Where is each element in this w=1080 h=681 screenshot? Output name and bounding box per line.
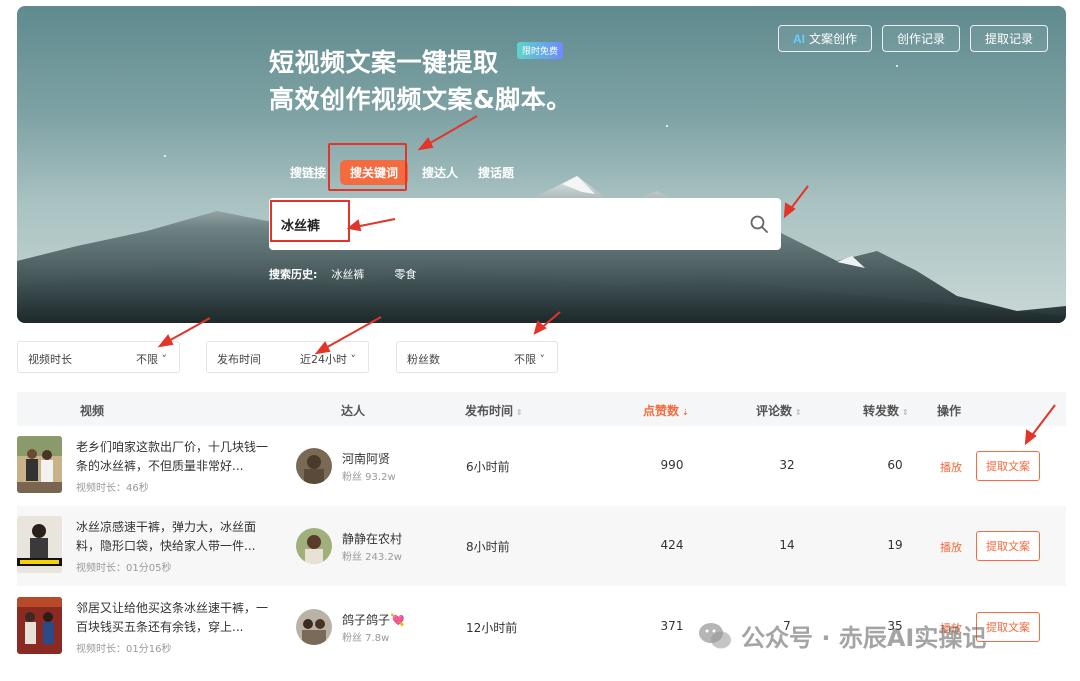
- tab-search-topic[interactable]: 搜话题: [468, 160, 524, 185]
- top-button-group: AI 文案创作 创作记录 提取记录: [777, 25, 1048, 52]
- column-published-label: 发布时间: [465, 404, 514, 418]
- tab-search-creator[interactable]: 搜达人: [412, 160, 468, 185]
- filter-publish-time[interactable]: 发布时间 近24小时 ˅: [206, 341, 369, 373]
- filter-label: 发布时间: [217, 353, 261, 366]
- table-row: 冰丝凉感速干裤，弹力大，冰丝面料，隐形口袋，快给家人带一件... 视频时长：01…: [17, 506, 1066, 586]
- column-shares-label: 转发数: [863, 404, 900, 418]
- publish-time: 8小时前: [466, 540, 510, 554]
- page: AI 文案创作 创作记录 提取记录 短视频文案一键提取 高效创作视频文案&脚本。…: [0, 0, 1080, 681]
- likes-count: 990: [660, 458, 684, 472]
- creator-fans: 粉丝 7.8w: [342, 633, 390, 644]
- avatar[interactable]: [296, 448, 332, 484]
- search-history-label: 搜索历史:: [269, 268, 318, 281]
- comments-count: 32: [779, 458, 795, 472]
- table-header: 视频 达人 发布时间 ⇕ 点赞数 ⇣ 评论数 ⇕ 转发数 ⇕ 操作: [17, 392, 1066, 426]
- free-badge: 限时免费: [517, 42, 564, 59]
- creator-fans: 粉丝 93.2w: [342, 472, 396, 483]
- filter-value: 不限 ˅: [514, 353, 545, 366]
- creator-name[interactable]: 鸽子鸽子💘: [342, 611, 405, 628]
- avatar[interactable]: [296, 528, 332, 564]
- table-row: 老乡们咱家这款出厂价，十几块钱一条的冰丝裤，不但质量非常好... 视频时长：46…: [17, 426, 1066, 506]
- column-video: 视频: [80, 404, 105, 418]
- headline-line-2: 高效创作视频文案&脚本。: [269, 85, 572, 114]
- ai-copywriting-button[interactable]: AI 文案创作: [777, 25, 872, 52]
- column-shares[interactable]: 转发数 ⇕: [863, 402, 909, 419]
- likes-count: 371: [660, 619, 684, 633]
- ai-icon: AI: [792, 31, 805, 46]
- shares-count: 60: [887, 458, 903, 472]
- video-duration: 视频时长：01分16秒: [76, 644, 172, 655]
- column-comments-label: 评论数: [756, 404, 793, 418]
- video-thumbnail[interactable]: [17, 597, 62, 654]
- column-comments[interactable]: 评论数 ⇕: [756, 402, 802, 419]
- video-title[interactable]: 冰丝凉感速干裤，弹力大，冰丝面料，隐形口袋，快给家人带一件...: [76, 518, 276, 556]
- filter-label: 视频时长: [28, 353, 72, 366]
- column-published[interactable]: 发布时间 ⇕: [465, 402, 523, 419]
- likes-count: 424: [660, 538, 684, 552]
- history-item[interactable]: 冰丝裤: [331, 266, 364, 282]
- sort-icon: ⇕: [516, 408, 523, 417]
- filter-fans-count[interactable]: 粉丝数 不限 ˅: [396, 341, 558, 373]
- video-thumbnail[interactable]: [17, 516, 62, 573]
- filter-value: 不限 ˅: [136, 353, 167, 366]
- wechat-icon: [699, 622, 731, 648]
- watermark: 公众号 · 赤辰AI实操记: [697, 618, 986, 653]
- watermark-text: 公众号 · 赤辰AI实操记: [741, 624, 987, 652]
- video-title[interactable]: 老乡们咱家这款出厂价，十几块钱一条的冰丝裤，不但质量非常好...: [76, 438, 276, 476]
- extract-history-button[interactable]: 提取记录: [969, 25, 1048, 52]
- extract-copy-button[interactable]: 提取文案: [976, 531, 1040, 561]
- column-likes-label: 点赞数: [643, 404, 680, 418]
- video-thumbnail[interactable]: [17, 436, 62, 493]
- avatar[interactable]: [296, 609, 332, 645]
- publish-time: 12小时前: [466, 621, 518, 635]
- video-title[interactable]: 邻居又让给他买这条冰丝速干裤，一百块钱买五条还有余钱，穿上...: [76, 599, 276, 637]
- publish-time: 6小时前: [466, 460, 510, 474]
- creator-fans: 粉丝 243.2w: [342, 552, 402, 563]
- column-likes[interactable]: 点赞数 ⇣: [643, 402, 689, 419]
- shares-count: 19: [887, 538, 903, 552]
- play-link[interactable]: 播放: [940, 459, 962, 475]
- annotation-box-tab: [328, 143, 407, 191]
- annotation-box-search: [270, 200, 350, 242]
- filter-value: 近24小时 ˅: [300, 353, 356, 366]
- comments-count: 14: [779, 538, 795, 552]
- sort-icon: ⇕: [902, 408, 909, 417]
- column-actions: 操作: [937, 404, 962, 418]
- creator-name[interactable]: 河南阿贤: [342, 450, 390, 467]
- video-duration: 视频时长：46秒: [76, 483, 149, 494]
- extract-copy-button[interactable]: 提取文案: [976, 451, 1040, 481]
- filter-video-duration[interactable]: 视频时长 不限 ˅: [17, 341, 180, 373]
- sort-icon: ⇕: [795, 408, 802, 417]
- search-icon[interactable]: [749, 214, 769, 234]
- column-creator: 达人: [341, 404, 366, 418]
- search-history: 搜索历史: 冰丝裤 零食: [269, 266, 416, 282]
- creation-history-button[interactable]: 创作记录: [881, 25, 960, 52]
- play-link[interactable]: 播放: [940, 539, 962, 555]
- filter-label: 粉丝数: [407, 353, 440, 366]
- sort-desc-icon: ⇣: [682, 408, 689, 417]
- creator-name[interactable]: 静静在农村: [342, 530, 402, 547]
- history-item[interactable]: 零食: [394, 266, 416, 282]
- ai-copywriting-label: 文案创作: [808, 32, 857, 46]
- video-duration: 视频时长：01分05秒: [76, 563, 172, 574]
